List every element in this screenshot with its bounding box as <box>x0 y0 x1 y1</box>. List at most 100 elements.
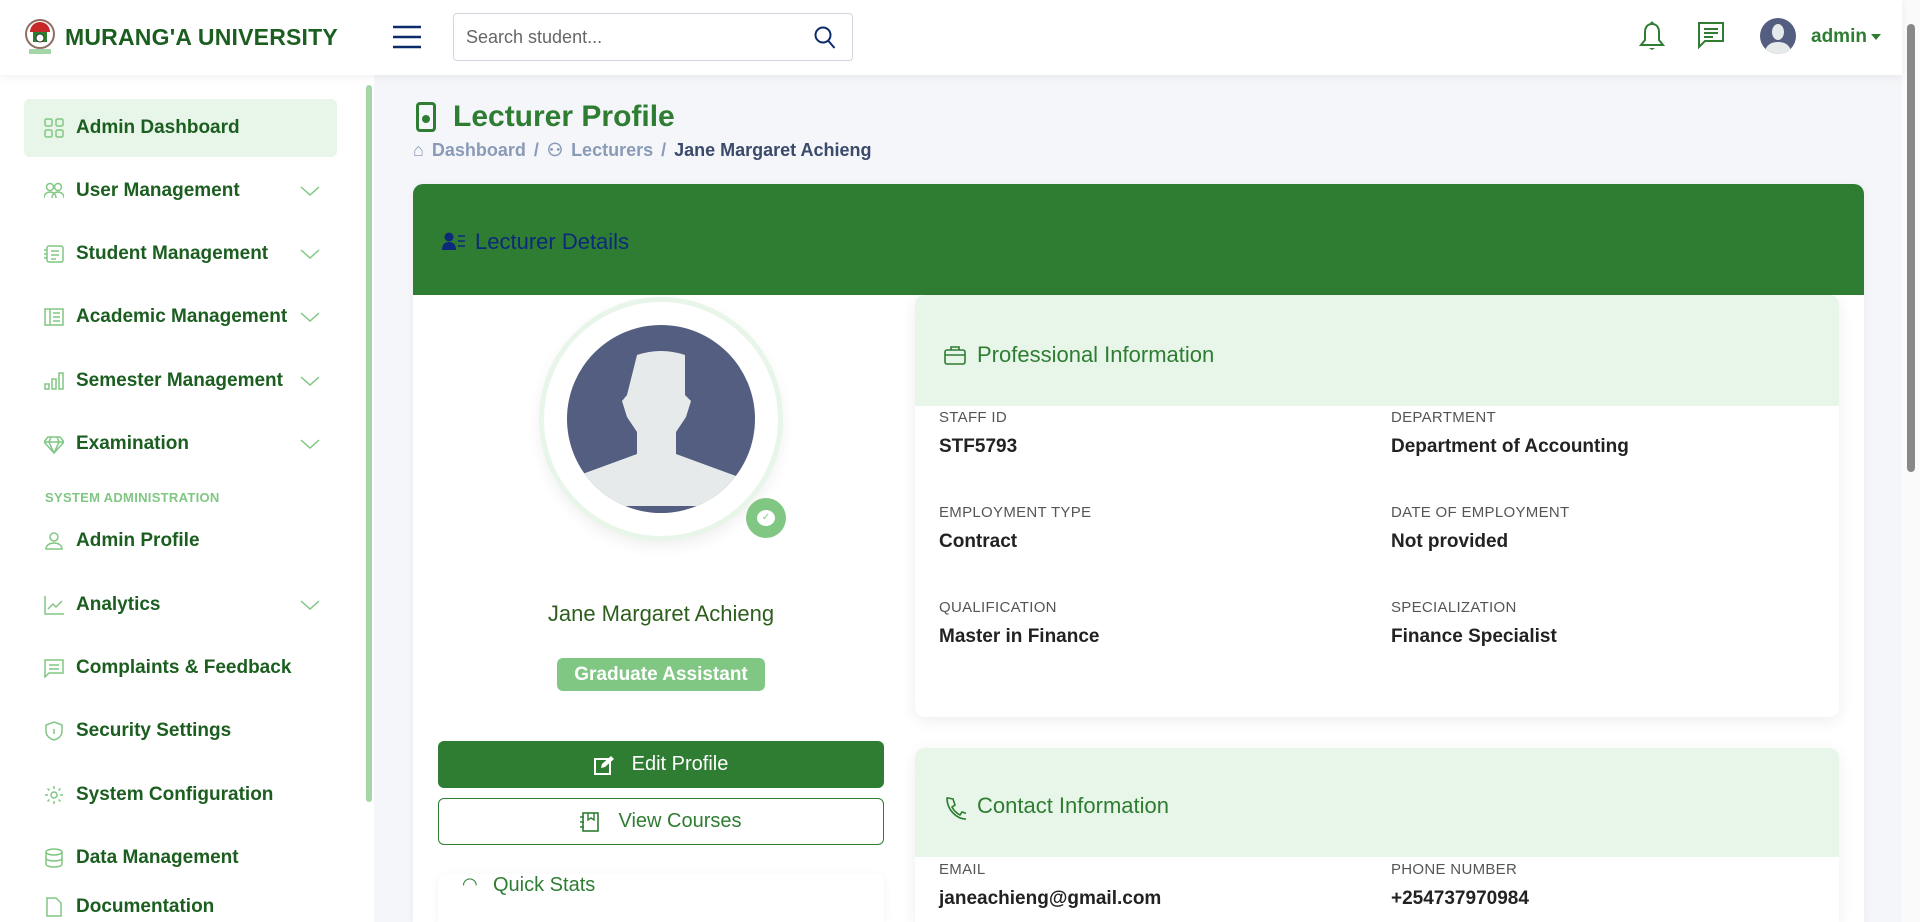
sidebar-item-label: Admin Profile <box>76 530 200 551</box>
grid-icon <box>44 118 64 138</box>
journal-icon <box>580 811 600 832</box>
caret-down-icon[interactable] <box>1871 34 1881 40</box>
sidebar-item-data-management[interactable]: Data Management <box>24 829 337 887</box>
contact-information-card: Contact Information EMAIL janeachieng@gma… <box>915 748 1839 922</box>
hamburger-menu-icon[interactable] <box>393 25 421 49</box>
field-label: PHONE NUMBER <box>1391 861 1518 878</box>
sidebar-item-admin-profile[interactable]: Admin Profile <box>24 512 337 570</box>
person-icon <box>45 532 63 550</box>
phone-icon <box>946 797 966 820</box>
file-icon <box>46 897 62 917</box>
search-box[interactable] <box>453 13 853 61</box>
field-value: Master in Finance <box>939 626 1100 647</box>
view-courses-button[interactable]: View Courses <box>438 798 884 845</box>
sidebar-item-label: Student Management <box>76 243 269 264</box>
sidebar: Admin Dashboard User Management Student Ma… <box>0 75 374 922</box>
contact-information-title: Contact Information <box>977 793 1169 818</box>
chevron-down-icon[interactable] <box>300 599 320 611</box>
sidebar-item-label: User Management <box>76 180 240 201</box>
breadcrumb-dashboard[interactable]: Dashboard <box>432 140 526 161</box>
field-label: STAFF ID <box>939 409 1007 426</box>
sidebar-scrollbar[interactable] <box>366 85 372 802</box>
sidebar-item-documentation[interactable]: Documentation <box>24 892 337 922</box>
table-icon <box>44 308 64 326</box>
chat-icon <box>44 659 64 678</box>
gem-icon <box>44 436 64 454</box>
chevron-down-icon[interactable] <box>300 375 320 387</box>
chevron-down-icon[interactable] <box>300 438 320 450</box>
quick-stats-title: Quick Stats <box>493 874 596 896</box>
university-logo[interactable] <box>24 18 56 56</box>
breadcrumb: ⌂ Dashboard / ⚇ Lecturers / Jane Margaret … <box>413 140 872 161</box>
lecturer-details-card: Lecturer Details ✓ Jane Margaret Achieng… <box>413 184 1864 922</box>
shield-icon <box>45 721 63 741</box>
user-list-icon <box>442 232 465 250</box>
field-label: QUALIFICATION <box>939 599 1057 616</box>
section-label-system-administration: SYSTEM ADMINISTRATION <box>45 490 220 505</box>
sidebar-item-label: Complaints & Feedback <box>76 657 292 678</box>
card-header: Lecturer Details <box>413 184 1864 295</box>
briefcase-icon <box>944 346 966 365</box>
sidebar-item-examination[interactable]: Examination <box>24 415 337 473</box>
view-courses-label: View Courses <box>618 810 742 832</box>
sidebar-item-label: Security Settings <box>76 720 232 741</box>
field-value: Department of Accounting <box>1391 436 1629 457</box>
brand-name[interactable]: MURANG'A UNIVERSITY <box>65 24 338 51</box>
field-label: EMAIL <box>939 861 986 878</box>
profile-avatar <box>539 297 783 541</box>
field-value: Finance Specialist <box>1391 626 1557 647</box>
lecturer-name: Jane Margaret Achieng <box>547 601 775 626</box>
user-avatar[interactable] <box>1760 18 1796 54</box>
sidebar-item-security-settings[interactable]: Security Settings <box>24 702 337 760</box>
search-input[interactable] <box>466 27 786 48</box>
field-label: DATE OF EMPLOYMENT <box>1391 504 1570 521</box>
card-title: Lecturer Details <box>475 229 630 254</box>
speedometer-icon: ◠ <box>462 874 478 894</box>
edit-icon <box>593 755 614 775</box>
sidebar-item-label: Documentation <box>76 896 215 917</box>
field-value: +254737970984 <box>1391 888 1529 909</box>
users-icon <box>44 182 64 199</box>
edit-profile-button[interactable]: Edit Profile <box>438 741 884 788</box>
field-label: EMPLOYMENT TYPE <box>939 504 1092 521</box>
line-chart-icon <box>44 596 64 615</box>
field-label: SPECIALIZATION <box>1391 599 1517 616</box>
home-icon: ⌂ <box>413 140 424 160</box>
sidebar-item-label: System Configuration <box>76 784 274 805</box>
top-header: MURANG'A UNIVERSITY admin <box>0 0 1902 75</box>
sidebar-item-label: Examination <box>76 433 189 454</box>
sidebar-item-label: Semester Management <box>76 370 283 391</box>
page-scrollbar[interactable] <box>1902 0 1920 922</box>
messages-icon[interactable] <box>1697 21 1725 49</box>
list-icon <box>44 245 64 263</box>
sidebar-item-system-configuration[interactable]: System Configuration <box>24 766 337 824</box>
sidebar-item-user-management[interactable]: User Management <box>24 162 337 220</box>
sidebar-item-label: Analytics <box>76 594 161 615</box>
sidebar-item-semester-management[interactable]: Semester Management <box>24 352 337 410</box>
bar-chart-icon <box>44 372 64 390</box>
role-badge: Graduate Assistant <box>557 658 765 691</box>
field-value: Not provided <box>1391 531 1509 552</box>
page-title: Lecturer Profile <box>453 100 675 133</box>
breadcrumb-lecturers[interactable]: Lecturers <box>571 140 653 161</box>
edit-profile-label: Edit Profile <box>631 753 729 775</box>
sidebar-item-analytics[interactable]: Analytics <box>24 576 337 634</box>
user-menu[interactable]: admin <box>1811 26 1867 48</box>
sidebar-item-label: Academic Management <box>76 306 288 327</box>
sidebar-item-complaints-feedback[interactable]: Complaints & Feedback <box>24 639 337 697</box>
verified-badge-icon: ✓ <box>746 498 786 538</box>
sidebar-item-student-management[interactable]: Student Management <box>24 225 337 283</box>
gear-icon <box>45 786 63 804</box>
search-icon[interactable] <box>814 26 836 50</box>
chevron-down-icon[interactable] <box>300 311 320 323</box>
quick-stats-card: ◠ Quick Stats <box>438 874 884 922</box>
professional-information-card: Professional Information STAFF ID STF5793… <box>915 295 1839 717</box>
chevron-down-icon[interactable] <box>300 185 320 197</box>
sidebar-item-admin-dashboard[interactable]: Admin Dashboard <box>24 99 337 157</box>
field-value: STF5793 <box>939 436 1018 457</box>
sidebar-item-label: Admin Dashboard <box>76 117 240 138</box>
chevron-down-icon[interactable] <box>300 248 320 260</box>
page-title-icon <box>416 102 436 132</box>
notification-bell-icon[interactable] <box>1639 20 1665 52</box>
sidebar-item-academic-management[interactable]: Academic Management <box>24 288 337 346</box>
